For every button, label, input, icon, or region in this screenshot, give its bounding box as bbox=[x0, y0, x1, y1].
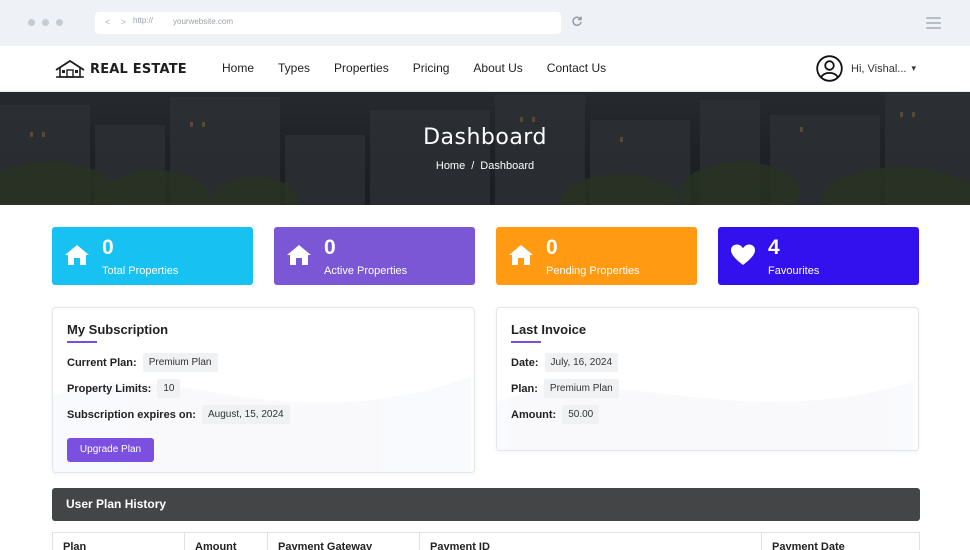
column-header-plan[interactable]: Plan bbox=[63, 541, 86, 550]
title-underline bbox=[511, 341, 541, 343]
hamburger-icon[interactable] bbox=[926, 17, 941, 29]
invoice-title: Last Invoice bbox=[511, 322, 587, 337]
invoice-date-value: July, 16, 2024 bbox=[544, 353, 619, 372]
expires-row: Subscription expires on: August, 15, 202… bbox=[67, 405, 290, 424]
heart-icon bbox=[731, 244, 755, 265]
window-controls[interactable] bbox=[28, 19, 63, 26]
stat-label: Favourites bbox=[768, 265, 820, 277]
subscription-card: My Subscription Current Plan: Premium Pl… bbox=[52, 307, 475, 473]
subscription-title: My Subscription bbox=[67, 322, 169, 337]
column-header-payment-gateway[interactable]: Payment Gateway bbox=[278, 541, 372, 550]
chevron-down-icon[interactable]: ▾ bbox=[911, 63, 916, 74]
stat-label: Active Properties bbox=[324, 265, 408, 277]
window-dot[interactable] bbox=[42, 19, 49, 26]
home-icon bbox=[509, 245, 533, 265]
stat-card-pending[interactable]: 0 Pending Properties bbox=[496, 227, 697, 285]
home-icon bbox=[65, 245, 89, 265]
plan-history-header: User Plan History bbox=[52, 488, 920, 521]
plan-history-title: User Plan History bbox=[66, 497, 167, 511]
invoice-plan-row: Plan: Premium Plan bbox=[511, 379, 619, 398]
user-avatar-icon[interactable] bbox=[816, 55, 843, 82]
user-greeting[interactable]: Hi, Vishal... bbox=[851, 63, 906, 75]
upgrade-plan-button[interactable]: Upgrade Plan bbox=[67, 438, 154, 462]
stat-card-active[interactable]: 0 Active Properties bbox=[274, 227, 475, 285]
nav-arrows-icon[interactable]: < > bbox=[105, 17, 130, 27]
home-icon bbox=[287, 245, 311, 265]
property-limits-row: Property Limits: 10 bbox=[67, 379, 181, 398]
invoice-plan-value: Premium Plan bbox=[543, 379, 619, 398]
current-plan-value: Premium Plan bbox=[142, 353, 218, 372]
stat-label: Pending Properties bbox=[546, 265, 640, 277]
invoice-amount-value: 50.00 bbox=[562, 405, 600, 424]
column-header-payment-date[interactable]: Payment Date bbox=[772, 541, 845, 550]
window-dot[interactable] bbox=[28, 19, 35, 26]
property-limits-label: Property Limits: bbox=[67, 382, 152, 395]
nav-properties[interactable]: Properties bbox=[334, 61, 389, 75]
stat-value: 0 bbox=[102, 236, 114, 259]
breadcrumb-home[interactable]: Home bbox=[436, 160, 465, 172]
house-logo-icon bbox=[55, 59, 85, 78]
nav-about-us[interactable]: About Us bbox=[473, 61, 522, 75]
logo[interactable]: REAL ESTATE bbox=[54, 59, 187, 79]
column-header-payment-id[interactable]: Payment ID bbox=[430, 541, 490, 550]
stat-value: 0 bbox=[324, 236, 336, 259]
nav-types[interactable]: Types bbox=[278, 61, 310, 75]
invoice-plan-label: Plan: bbox=[511, 382, 538, 395]
breadcrumb-current: Dashboard bbox=[480, 160, 535, 172]
nav-home[interactable]: Home bbox=[222, 61, 254, 75]
plan-history-table-header: Plan Amount Payment Gateway Payment ID P… bbox=[52, 532, 920, 550]
nav-contact-us[interactable]: Contact Us bbox=[547, 61, 606, 75]
stat-label: Total Properties bbox=[102, 265, 179, 277]
invoice-date-label: Date: bbox=[511, 356, 539, 369]
stat-value: 4 bbox=[768, 236, 780, 259]
url-text[interactable]: yourwebsite.com bbox=[173, 17, 233, 26]
column-header-amount[interactable]: Amount bbox=[195, 541, 237, 550]
browser-chrome: < > http:// yourwebsite.com bbox=[0, 0, 970, 46]
invoice-date-row: Date: July, 16, 2024 bbox=[511, 353, 619, 372]
expires-label: Subscription expires on: bbox=[67, 408, 196, 421]
title-underline bbox=[67, 341, 97, 343]
expires-value: August, 15, 2024 bbox=[201, 405, 290, 424]
main-nav: Home Types Properties Pricing About Us C… bbox=[222, 61, 630, 75]
page-title: Dashboard bbox=[423, 125, 547, 150]
property-limits-value: 10 bbox=[157, 379, 181, 398]
invoice-amount-row: Amount: 50.00 bbox=[511, 405, 600, 424]
site-header: REAL ESTATE Home Types Properties Pricin… bbox=[0, 46, 970, 92]
stat-value: 0 bbox=[546, 236, 558, 259]
invoice-amount-label: Amount: bbox=[511, 408, 557, 421]
hero-banner: Dashboard Home / Dashboard bbox=[0, 92, 970, 205]
invoice-card: Last Invoice Date: July, 16, 2024 Plan: … bbox=[496, 307, 919, 451]
window-dot[interactable] bbox=[56, 19, 63, 26]
dashboard-content: 0 Total Properties 0 Active Properties 0… bbox=[0, 205, 970, 550]
nav-pricing[interactable]: Pricing bbox=[413, 61, 450, 75]
stat-card-favourites[interactable]: 4 Favourites bbox=[718, 227, 919, 285]
current-plan-label: Current Plan: bbox=[67, 356, 137, 369]
breadcrumb: Home / Dashboard bbox=[0, 160, 970, 172]
address-bar[interactable]: < > http:// yourwebsite.com bbox=[95, 12, 561, 34]
user-menu[interactable]: Hi, Vishal... ▾ bbox=[816, 55, 916, 82]
breadcrumb-separator: / bbox=[471, 160, 475, 172]
logo-text: REAL ESTATE bbox=[90, 61, 187, 77]
current-plan-row: Current Plan: Premium Plan bbox=[67, 353, 218, 372]
reload-icon[interactable] bbox=[571, 15, 583, 27]
url-scheme: http:// bbox=[133, 16, 154, 25]
stat-card-total[interactable]: 0 Total Properties bbox=[52, 227, 253, 285]
